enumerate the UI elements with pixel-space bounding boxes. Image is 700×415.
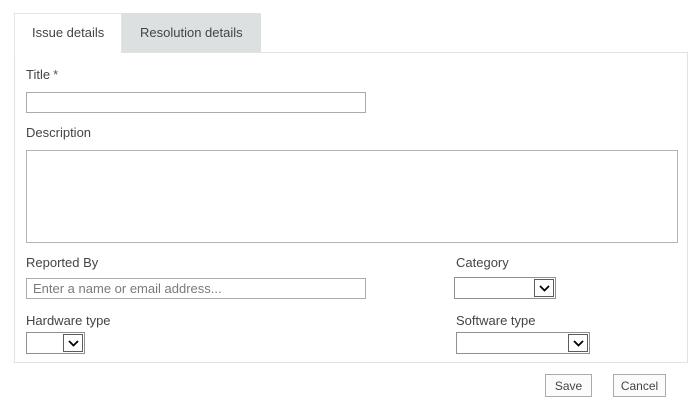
- title-label: Title *: [26, 67, 58, 83]
- issue-details-panel: Title* Description Reported By Category …: [14, 52, 688, 363]
- title-input[interactable]: [26, 92, 366, 113]
- category-select[interactable]: [454, 277, 556, 299]
- chevron-down-icon[interactable]: [534, 279, 554, 297]
- software-type-select[interactable]: [456, 332, 590, 354]
- tab-resolution-details[interactable]: Resolution details: [122, 13, 261, 52]
- hardware-type-select[interactable]: [26, 332, 85, 354]
- tab-bar: Issue details Resolution details: [14, 13, 261, 53]
- description-label: Description: [26, 125, 92, 140]
- description-input[interactable]: [26, 150, 678, 243]
- category-label: Category: [456, 255, 509, 270]
- reported-by-input[interactable]: [26, 278, 366, 299]
- cancel-button[interactable]: Cancel: [613, 374, 666, 397]
- title-label-text: Title: [26, 67, 51, 82]
- reported-by-label: Reported By: [26, 255, 99, 270]
- chevron-down-icon[interactable]: [568, 334, 588, 352]
- required-marker: *: [53, 67, 59, 82]
- hardware-type-label: Hardware type: [26, 313, 111, 328]
- chevron-down-icon[interactable]: [63, 334, 83, 352]
- save-button[interactable]: Save: [545, 374, 592, 397]
- software-type-label: Software type: [456, 313, 536, 328]
- tab-issue-details[interactable]: Issue details: [14, 13, 122, 53]
